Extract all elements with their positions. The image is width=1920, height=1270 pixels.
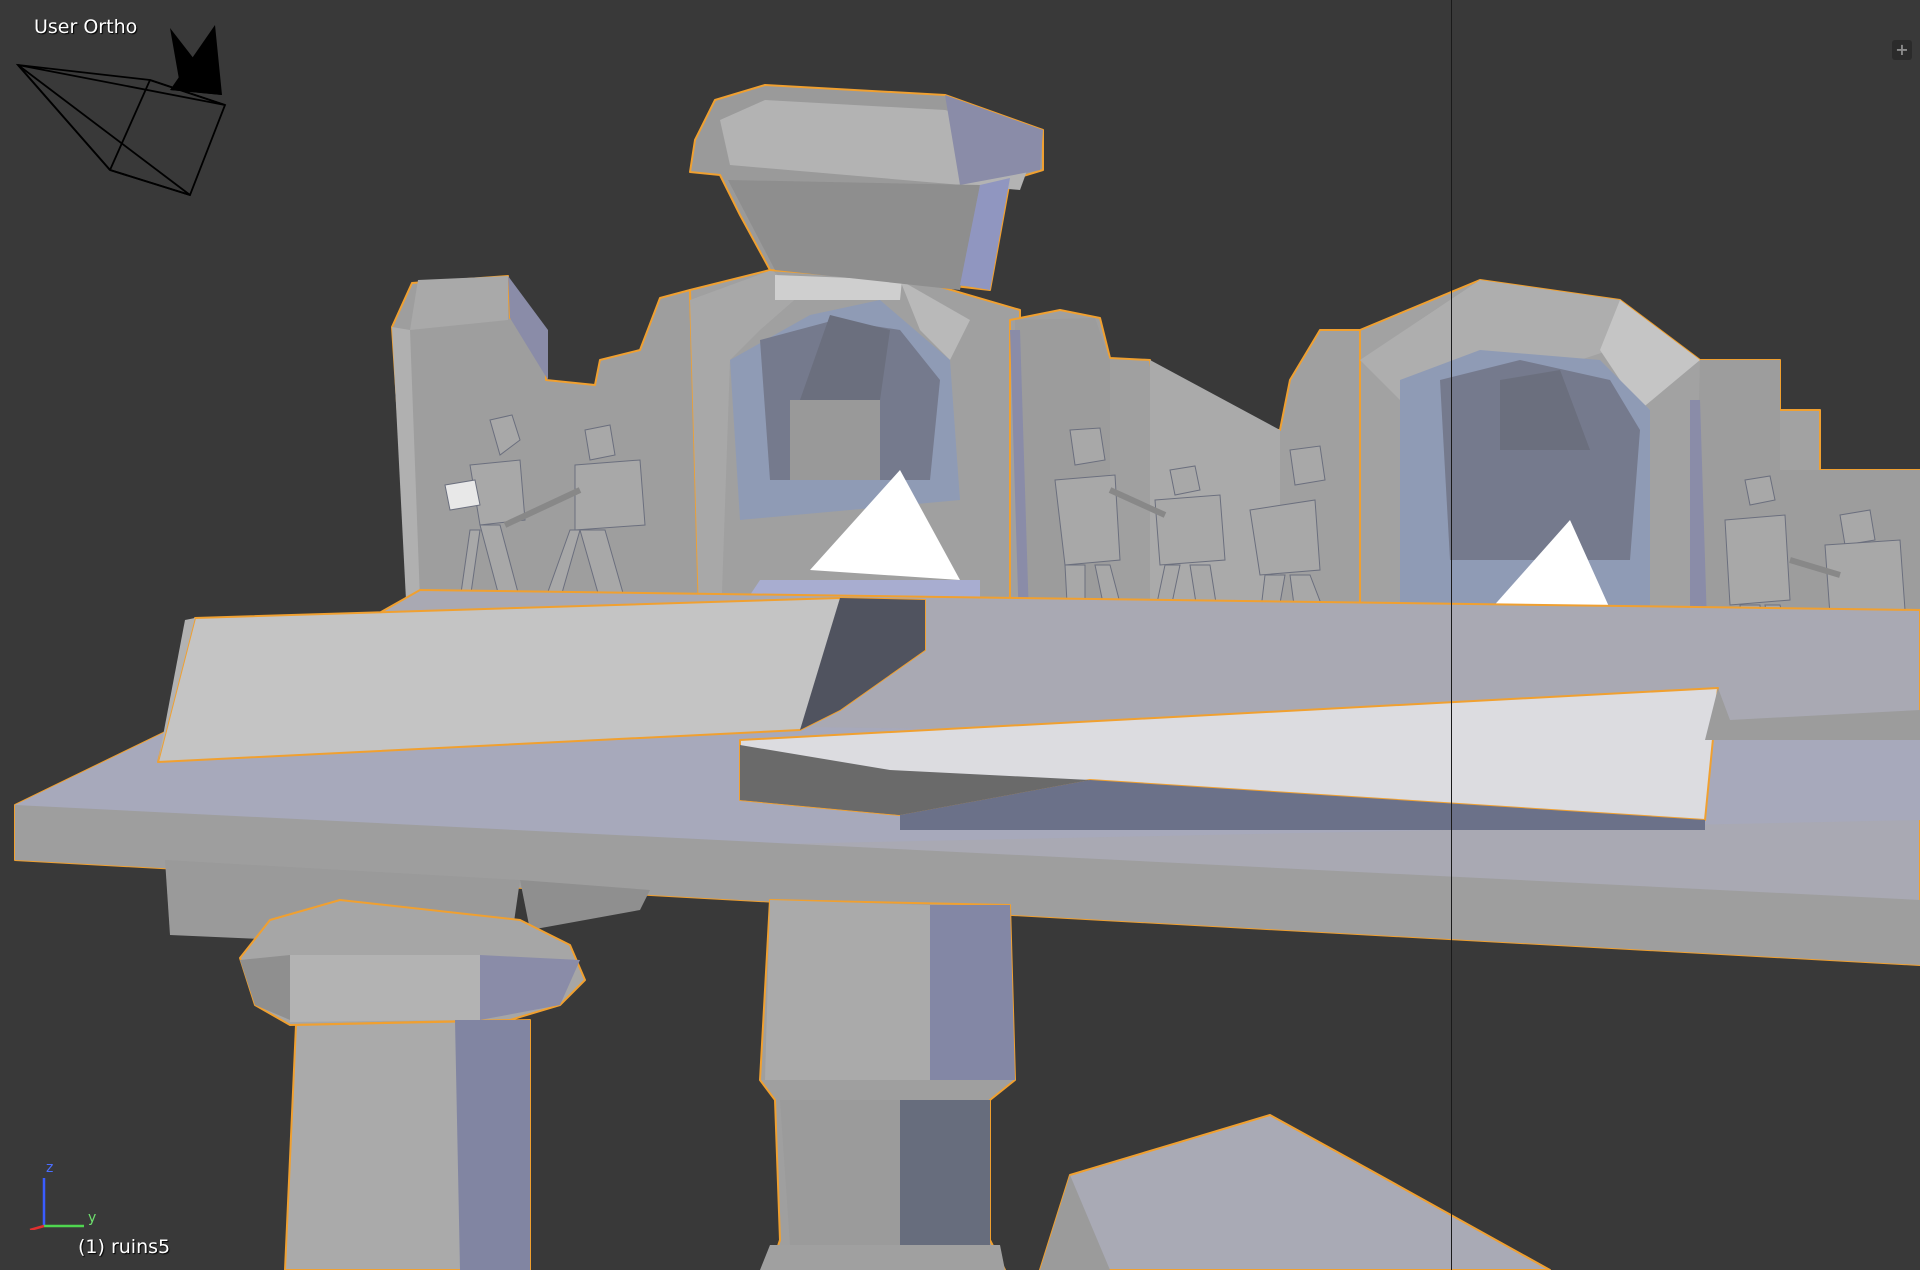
camera-gizmo-icon[interactable] — [10, 20, 240, 200]
arch-left — [689, 269, 1021, 651]
tower-top — [689, 84, 1044, 291]
axis-z-label: z — [46, 1160, 54, 1176]
active-object-text: (1) ruins5 — [78, 1236, 171, 1258]
axis-gizmo-icon: z y — [22, 1160, 112, 1232]
column-left — [239, 899, 586, 1270]
column-center — [759, 899, 1016, 1270]
axis-y-label: y — [88, 1210, 97, 1226]
scene-render[interactable]: .ol { stroke: #f0a030; stroke-width: 2; … — [0, 0, 1920, 1270]
view-name-label: User Ortho — [34, 16, 138, 38]
bottom-rock — [1039, 1114, 1551, 1270]
3d-viewport[interactable]: .ol { stroke: #f0a030; stroke-width: 2; … — [0, 0, 1920, 1270]
active-object-label: (1) ruins5 — [78, 1236, 170, 1258]
plus-icon[interactable]: + — [1892, 40, 1912, 60]
back-wall-left — [391, 275, 701, 601]
viewport-split-line[interactable] — [1451, 0, 1452, 1270]
